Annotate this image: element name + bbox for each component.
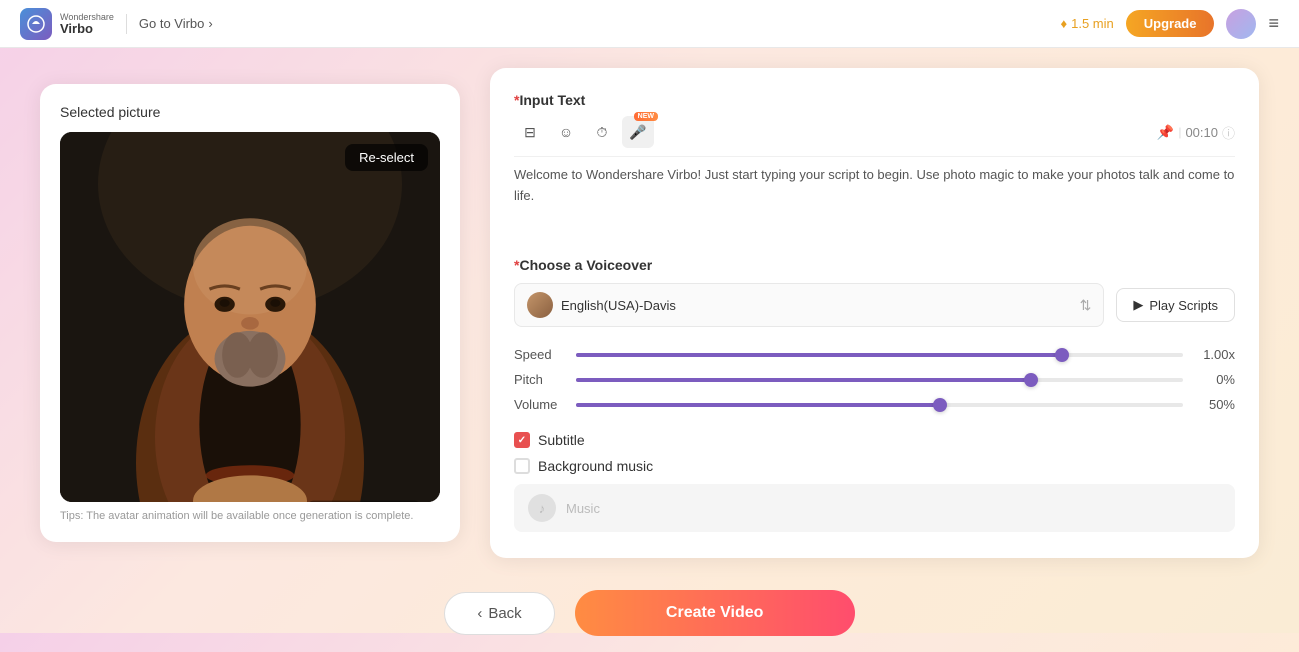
time-value: 1.5 min bbox=[1071, 16, 1114, 31]
header-right: ♦ 1.5 min Upgrade ≡ bbox=[1060, 9, 1279, 39]
adjust-icon: ⇅ bbox=[1080, 297, 1092, 314]
play-circle-icon: ▶ bbox=[1133, 297, 1143, 313]
volume-slider-row: Volume 50% bbox=[514, 397, 1235, 412]
play-scripts-button[interactable]: ▶ Play Scripts bbox=[1116, 288, 1235, 322]
voiceover-row: English(USA)-Davis ⇅ ▶ Play Scripts bbox=[514, 283, 1235, 327]
back-arrow-icon: ‹ bbox=[477, 605, 482, 622]
input-text-title: *Input Text bbox=[514, 92, 1235, 108]
volume-value: 50% bbox=[1195, 397, 1235, 412]
music-circle-icon: ♪ bbox=[528, 494, 556, 522]
image-container: Wondershare Virbo Video generated by AI … bbox=[60, 132, 440, 502]
toolbar-separator: | bbox=[1178, 125, 1181, 139]
tips-text: Tips: The avatar animation will be avail… bbox=[60, 510, 440, 522]
speed-slider-fill bbox=[576, 353, 1062, 357]
subtitle-row: Subtitle bbox=[514, 432, 1235, 448]
pitch-slider-row: Pitch 0% bbox=[514, 372, 1235, 387]
create-video-button[interactable]: Create Video bbox=[575, 590, 855, 636]
voice-name: English(USA)-Davis bbox=[561, 298, 1072, 313]
text-area-content[interactable]: Welcome to Wondershare Virbo! Just start… bbox=[514, 157, 1235, 237]
logo-area: Wondershare Virbo bbox=[20, 8, 114, 40]
time-display: 00:10 ⓘ bbox=[1185, 123, 1235, 142]
back-label: Back bbox=[488, 605, 521, 622]
time-badge: ♦ 1.5 min bbox=[1060, 16, 1113, 31]
speed-label: Speed bbox=[514, 347, 564, 362]
pitch-slider-track[interactable] bbox=[576, 378, 1183, 382]
monk-image: Wondershare Virbo Video generated by AI bbox=[60, 132, 440, 502]
bottom-bar: ‹ Back Create Video bbox=[0, 578, 1299, 652]
speed-value: 1.00x bbox=[1195, 347, 1235, 362]
pin-icon: 📌 bbox=[1157, 124, 1174, 141]
text-toolbar: ⊟ ☺ ⏱ 🎤 NEW 📌 | 00:10 ⓘ bbox=[514, 108, 1235, 157]
logo-icon bbox=[20, 8, 52, 40]
music-placeholder[interactable]: Music bbox=[566, 501, 600, 516]
header-divider bbox=[126, 14, 127, 34]
upgrade-button[interactable]: Upgrade bbox=[1126, 10, 1215, 37]
pitch-label: Pitch bbox=[514, 372, 564, 387]
speed-slider-row: Speed 1.00x bbox=[514, 347, 1235, 362]
timer-icon: ⏱ bbox=[597, 124, 608, 141]
logo-virbo: Virbo bbox=[60, 22, 114, 35]
sliders-section: Speed 1.00x Pitch 0% bbox=[514, 347, 1235, 412]
back-button[interactable]: ‹ Back bbox=[444, 592, 554, 635]
input-text-section: *Input Text ⊟ ☺ ⏱ 🎤 NEW 📌 | bbox=[514, 92, 1235, 237]
user-avatar[interactable] bbox=[1226, 9, 1256, 39]
pitch-value: 0% bbox=[1195, 372, 1235, 387]
pitch-slider-thumb bbox=[1024, 373, 1038, 387]
left-panel: Selected picture bbox=[40, 84, 460, 542]
bgmusic-row: Background music bbox=[514, 458, 1235, 474]
time-value-display: 00:10 bbox=[1185, 125, 1218, 140]
input-title-label: Input Text bbox=[519, 92, 585, 108]
logo-text: Wondershare Virbo bbox=[60, 13, 114, 35]
goto-virbo-link[interactable]: Go to Virbo › bbox=[139, 16, 213, 31]
music-note-icon: ♪ bbox=[539, 501, 546, 516]
pitch-slider-fill bbox=[576, 378, 1031, 382]
monk-svg: Wondershare Virbo Video generated by AI bbox=[60, 132, 440, 502]
main-content: Selected picture bbox=[0, 48, 1299, 578]
play-scripts-label: Play Scripts bbox=[1149, 298, 1218, 313]
info-icon: ⓘ bbox=[1222, 123, 1235, 142]
right-panel: *Input Text ⊟ ☺ ⏱ 🎤 NEW 📌 | bbox=[490, 68, 1259, 558]
text-format-icon: ⊟ bbox=[524, 124, 536, 141]
options-section: Subtitle Background music ♪ Music bbox=[514, 432, 1235, 532]
reselect-button[interactable]: Re-select bbox=[345, 144, 428, 171]
new-badge: NEW bbox=[634, 112, 658, 121]
volume-slider-thumb bbox=[933, 398, 947, 412]
voiceover-title: *Choose a Voiceover bbox=[514, 257, 1235, 273]
speed-slider-track[interactable] bbox=[576, 353, 1183, 357]
header: Wondershare Virbo Go to Virbo › ♦ 1.5 mi… bbox=[0, 0, 1299, 48]
toolbar-timer-icon[interactable]: ⏱ bbox=[586, 116, 618, 148]
goto-virbo-label: Go to Virbo bbox=[139, 16, 205, 31]
speed-slider-thumb bbox=[1055, 348, 1069, 362]
bgmusic-label: Background music bbox=[538, 458, 653, 474]
menu-icon[interactable]: ≡ bbox=[1268, 13, 1279, 34]
voiceover-section: *Choose a Voiceover English(USA)-Davis ⇅… bbox=[514, 257, 1235, 327]
goto-chevron-icon: › bbox=[208, 16, 212, 31]
voiceover-selector[interactable]: English(USA)-Davis ⇅ bbox=[514, 283, 1104, 327]
bgmusic-checkbox[interactable] bbox=[514, 458, 530, 474]
subtitle-checkbox[interactable] bbox=[514, 432, 530, 448]
volume-label: Volume bbox=[514, 397, 564, 412]
selected-picture-label: Selected picture bbox=[60, 104, 440, 120]
toolbar-text-icon[interactable]: ⊟ bbox=[514, 116, 546, 148]
toolbar-emoji-icon[interactable]: ☺ bbox=[550, 116, 582, 148]
emoji-icon: ☺ bbox=[559, 124, 573, 140]
voiceover-title-label: Choose a Voiceover bbox=[519, 257, 652, 273]
subtitle-label: Subtitle bbox=[538, 432, 585, 448]
volume-slider-fill bbox=[576, 403, 940, 407]
volume-slider-track[interactable] bbox=[576, 403, 1183, 407]
voice-avatar bbox=[527, 292, 553, 318]
toolbar-mic-button[interactable]: 🎤 NEW bbox=[622, 116, 654, 148]
music-input-row: ♪ Music bbox=[514, 484, 1235, 532]
mic-icon: 🎤 bbox=[629, 124, 646, 141]
coin-icon: ♦ bbox=[1060, 16, 1067, 31]
